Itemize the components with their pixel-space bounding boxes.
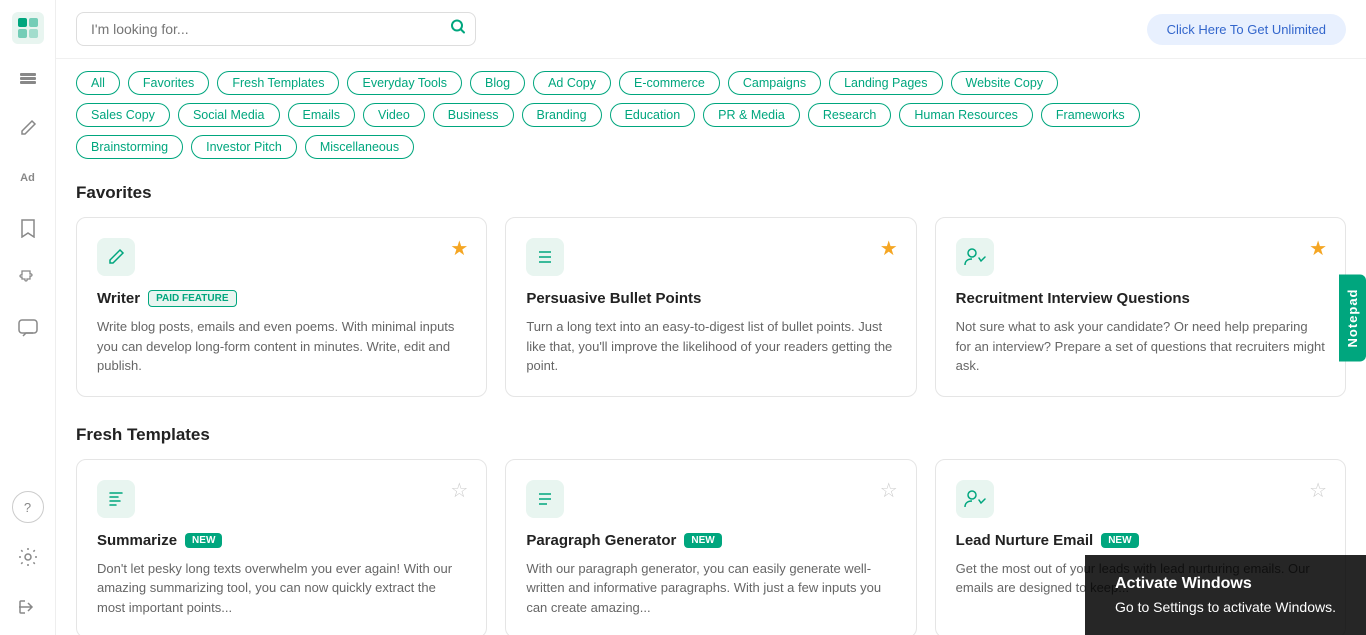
card-lead-nurture-title-row: Lead Nurture Email NEW — [956, 532, 1325, 549]
card-recruitment-star[interactable]: ★ — [1309, 236, 1327, 261]
card-paragraph-badge: NEW — [684, 533, 721, 548]
card-summarize[interactable]: ☆ Summarize NEW Don't let pesky long tex… — [76, 459, 487, 635]
activate-title: Activate Windows — [1115, 575, 1336, 593]
filter-emails[interactable]: Emails — [288, 103, 356, 127]
card-paragraph[interactable]: ☆ Paragraph Generator NEW With our parag… — [505, 459, 916, 635]
logout-icon[interactable] — [12, 591, 44, 623]
help-icon[interactable]: ? — [12, 491, 44, 523]
topbar: Click Here To Get Unlimited — [56, 0, 1366, 59]
card-bullet-star[interactable]: ★ — [880, 236, 898, 261]
filter-everyday-tools[interactable]: Everyday Tools — [347, 71, 462, 95]
puzzle-icon[interactable] — [12, 262, 44, 294]
search-wrap — [76, 12, 476, 46]
card-writer-desc: Write blog posts, emails and even poems.… — [97, 317, 466, 376]
card-recruitment-desc: Not sure what to ask your candidate? Or … — [956, 317, 1325, 376]
filter-branding[interactable]: Branding — [522, 103, 602, 127]
logo-icon[interactable] — [12, 12, 44, 44]
card-paragraph-title-row: Paragraph Generator NEW — [526, 532, 895, 549]
ad-icon[interactable]: Ad — [12, 162, 44, 194]
filter-education[interactable]: Education — [610, 103, 696, 127]
card-recruitment-title-row: Recruitment Interview Questions — [956, 290, 1325, 307]
filter-campaigns[interactable]: Campaigns — [728, 71, 821, 95]
filter-favorites[interactable]: Favorites — [128, 71, 209, 95]
card-bullet-points[interactable]: ★ Persuasive Bullet Points Turn a long t… — [505, 217, 916, 397]
card-bullet-title: Persuasive Bullet Points — [526, 290, 701, 307]
filter-investor-pitch[interactable]: Investor Pitch — [191, 135, 297, 159]
activate-overlay: Activate Windows Go to Settings to activ… — [1085, 555, 1366, 635]
filter-landing-pages[interactable]: Landing Pages — [829, 71, 942, 95]
card-summarize-title: Summarize — [97, 532, 177, 549]
favorites-cards: ★ Writer PAID FEATURE Write blog posts, … — [76, 217, 1346, 397]
filter-row-2: Sales Copy Social Media Emails Video Bus… — [76, 103, 1346, 127]
filter-video[interactable]: Video — [363, 103, 425, 127]
filter-brainstorming[interactable]: Brainstorming — [76, 135, 183, 159]
card-bullet-icon — [526, 238, 564, 276]
filter-area: All Favorites Fresh Templates Everyday T… — [56, 59, 1366, 167]
filter-research[interactable]: Research — [808, 103, 892, 127]
filter-ecommerce[interactable]: E-commerce — [619, 71, 720, 95]
card-writer-star[interactable]: ★ — [450, 236, 468, 261]
activate-body: Go to Settings to activate Windows. — [1115, 599, 1336, 615]
card-summarize-badge: NEW — [185, 533, 222, 548]
filter-blog[interactable]: Blog — [470, 71, 525, 95]
filter-fresh-templates[interactable]: Fresh Templates — [217, 71, 339, 95]
search-icon — [450, 19, 466, 40]
filter-row-1: All Favorites Fresh Templates Everyday T… — [76, 71, 1346, 95]
card-writer[interactable]: ★ Writer PAID FEATURE Write blog posts, … — [76, 217, 487, 397]
filter-pr-media[interactable]: PR & Media — [703, 103, 800, 127]
card-summarize-desc: Don't let pesky long texts overwhelm you… — [97, 559, 466, 618]
filter-sales-copy[interactable]: Sales Copy — [76, 103, 170, 127]
card-writer-icon — [97, 238, 135, 276]
cta-button[interactable]: Click Here To Get Unlimited — [1147, 14, 1346, 45]
edit-icon[interactable] — [12, 112, 44, 144]
filter-human-resources[interactable]: Human Resources — [899, 103, 1033, 127]
chat-icon[interactable] — [12, 312, 44, 344]
card-recruitment[interactable]: ★ Recruitment Interview Questions Not su… — [935, 217, 1346, 397]
bookmark-icon[interactable] — [12, 212, 44, 244]
layers-icon[interactable] — [12, 62, 44, 94]
card-recruitment-title: Recruitment Interview Questions — [956, 290, 1190, 307]
fresh-title: Fresh Templates — [76, 425, 1346, 445]
card-bullet-desc: Turn a long text into an easy-to-digest … — [526, 317, 895, 376]
filter-website-copy[interactable]: Website Copy — [951, 71, 1059, 95]
filter-social-media[interactable]: Social Media — [178, 103, 280, 127]
filter-all[interactable]: All — [76, 71, 120, 95]
card-lead-nurture-star[interactable]: ☆ — [1309, 478, 1327, 503]
filter-business[interactable]: Business — [433, 103, 514, 127]
card-summarize-title-row: Summarize NEW — [97, 532, 466, 549]
filter-frameworks[interactable]: Frameworks — [1041, 103, 1140, 127]
filter-miscellaneous[interactable]: Miscellaneous — [305, 135, 414, 159]
card-paragraph-star[interactable]: ☆ — [880, 478, 898, 503]
card-paragraph-icon — [526, 480, 564, 518]
card-paragraph-desc: With our paragraph generator, you can ea… — [526, 559, 895, 618]
notepad-tab[interactable]: Notepad — [1339, 274, 1366, 361]
search-input[interactable] — [76, 12, 476, 46]
main-content: Click Here To Get Unlimited All Favorite… — [56, 0, 1366, 635]
filter-row-3: Brainstorming Investor Pitch Miscellaneo… — [76, 135, 1346, 159]
card-summarize-star[interactable]: ☆ — [450, 478, 468, 503]
card-bullet-title-row: Persuasive Bullet Points — [526, 290, 895, 307]
favorites-title: Favorites — [76, 183, 1346, 203]
card-writer-badge: PAID FEATURE — [148, 290, 236, 307]
card-lead-nurture-badge: NEW — [1101, 533, 1138, 548]
card-recruitment-icon — [956, 238, 994, 276]
settings-icon[interactable] — [12, 541, 44, 573]
card-lead-nurture-icon — [956, 480, 994, 518]
card-lead-nurture-title: Lead Nurture Email — [956, 532, 1094, 549]
card-writer-title: Writer — [97, 290, 140, 307]
filter-ad-copy[interactable]: Ad Copy — [533, 71, 611, 95]
card-paragraph-title: Paragraph Generator — [526, 532, 676, 549]
card-writer-title-row: Writer PAID FEATURE — [97, 290, 466, 307]
card-summarize-icon — [97, 480, 135, 518]
sidebar: Ad ? — [0, 0, 56, 635]
